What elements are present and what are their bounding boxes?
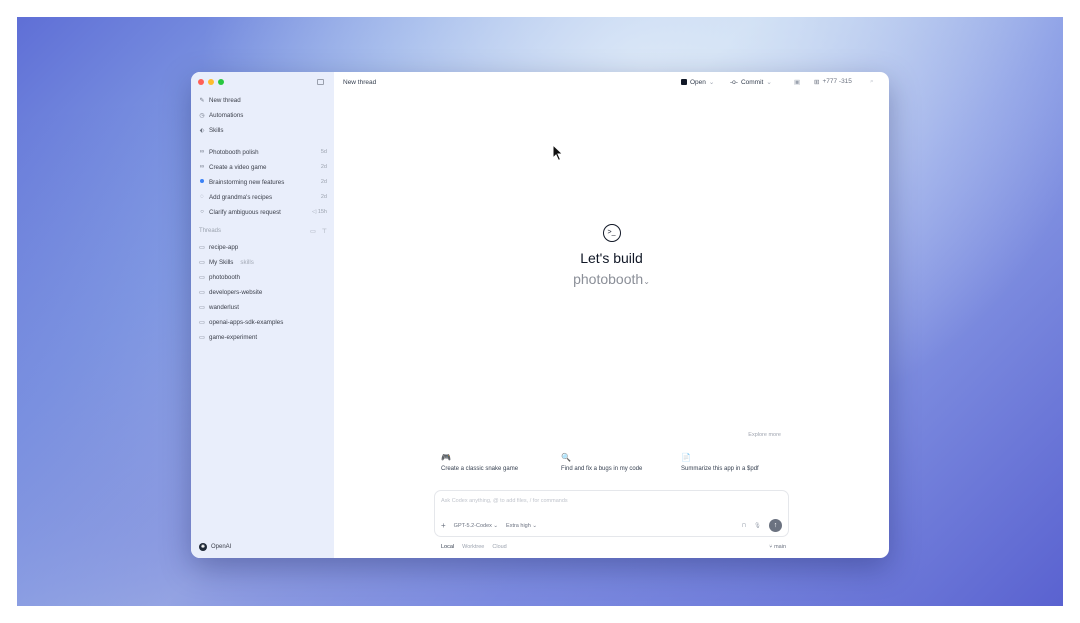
search-icon[interactable]: ⌕ [870,78,874,86]
openai-logo-icon: ✺ [199,543,207,551]
traffic-lights [198,79,224,85]
clock-icon: ◷ [199,112,205,119]
close-window-button[interactable] [198,79,204,85]
folder-icon: ▭ [199,304,205,311]
add-attachment-icon[interactable]: + [441,521,446,530]
branch-selector[interactable]: ⑂ main [769,544,786,550]
document-icon: 📄 [681,453,691,462]
sidebar: ✎ New thread ◷ Automations ⬖ Skills ∞ Ph… [191,72,334,558]
folder-icon: ▭ [199,259,205,266]
reply-icon: ◁ [312,209,317,215]
folder-icon: ▭ [199,274,205,281]
tab-local[interactable]: Local [441,544,454,550]
sidebar-item-automations[interactable]: ◷ Automations [199,110,327,120]
tab-cloud[interactable]: Cloud [492,544,506,550]
link-icon: ∞ [199,164,205,170]
diff-stats-button[interactable]: ⊞ +777 -315 [814,78,852,86]
account-footer[interactable]: ✺ OpenAI [199,543,231,551]
open-button[interactable]: Open ⌄ [681,78,714,86]
gamepad-icon: 🎮 [441,453,451,462]
edit-icon: ✎ [199,97,205,104]
recent-thread-item[interactable]: ∞ Create a video game 2d [199,162,327,172]
project-selector[interactable]: photobooth⌄ [334,271,889,287]
app-icon [681,79,687,85]
tag-icon: ⬖ [199,127,205,134]
microphone-icon[interactable]: 🎙 [754,523,761,529]
model-selector[interactable]: GPT-5.2-Codex ⌄ [454,523,498,529]
folder-icon: ▭ [199,244,205,251]
thread-folder-item[interactable]: ▭ recipe-app [199,242,327,252]
environment-bar: Local Worktree Cloud ⑂ main [441,544,786,550]
suggestion-card[interactable]: 🔍 Find and fix a bugs in my code [561,453,671,472]
recent-thread-item[interactable]: ∞ Photobooth polish 5d [199,147,327,157]
prompt-input[interactable]: Ask Codex anything, @ to add files, / fo… [441,498,568,504]
new-folder-icon[interactable]: ▭ [310,228,316,235]
commit-icon: -o- [730,78,738,86]
terminal-icon[interactable]: ▣ [794,78,800,86]
unread-dot-icon [200,179,204,183]
thread-folder-item[interactable]: ▭ photobooth [199,272,327,282]
folder-icon: ▭ [199,334,205,341]
thread-title: New thread [343,79,377,86]
composer[interactable]: Ask Codex anything, @ to add files, / fo… [434,490,789,537]
chevron-down-icon: ⌄ [532,522,537,529]
sidebar-item-new-thread[interactable]: ✎ New thread [199,95,327,105]
codex-logo-icon: >_ [602,224,621,242]
recent-thread-item[interactable]: ○ Clarify ambiguous request ◁ 15h [199,207,327,217]
sidebar-item-skills[interactable]: ⬖ Skills [199,125,327,135]
chevron-down-icon: ⌄ [493,522,499,529]
chevron-down-icon: ⌄ [643,277,650,286]
search-icon: 🔍 [561,453,571,462]
app-window: ✎ New thread ◷ Automations ⬖ Skills ∞ Ph… [191,72,889,558]
send-button[interactable]: ↑ [769,519,782,532]
suggestion-card[interactable]: 🎮 Create a classic snake game [441,453,551,472]
thread-folder-item[interactable]: ▭ game-experiment [199,332,327,342]
spinner-icon: ◌ [200,194,204,200]
main-panel: New thread Open ⌄ -o- Commit ⌄ ▣ ⊞ +777 … [334,72,889,558]
minimize-window-button[interactable] [208,79,214,85]
chevron-down-icon: ⌄ [708,79,715,86]
filter-icon[interactable]: ⊤ [322,228,327,235]
thread-folder-item[interactable]: ▭ wanderlust [199,302,327,312]
maximize-window-button[interactable] [218,79,224,85]
toggle-sidebar-icon[interactable] [317,79,324,85]
recent-thread-item[interactable]: ◌ Add grandma's recipes 2d [199,192,327,202]
suggestion-cards: 🎮 Create a classic snake game 🔍 Find and… [441,453,791,472]
threads-heading: Threads ▭ ⊤ [199,228,327,235]
chevron-down-icon: ⌄ [766,79,772,86]
folder-icon: ▭ [199,289,205,296]
commit-button[interactable]: -o- Commit ⌄ [730,78,772,87]
mouse-cursor-icon [552,144,564,162]
lock-icon[interactable]: ⊓ [742,523,746,529]
hero: >_ Let's build photobooth⌄ [334,224,889,287]
recent-thread-item[interactable]: Brainstorming new features 2d [199,177,327,187]
diff-icon: ⊞ [814,79,820,86]
suggestion-card[interactable]: 📄 Summarize this app in a $pdf [681,453,791,472]
branch-icon: ⑂ [769,544,773,550]
link-icon: ∞ [199,149,205,155]
explore-more-link[interactable]: Explore more [748,432,781,438]
hero-title: Let's build [580,250,643,266]
thread-folder-item[interactable]: ▭ openai-apps-sdk-examples [199,317,327,327]
folder-icon: ▭ [199,319,205,326]
thread-folder-item[interactable]: ▭ developers-website [199,287,327,297]
reasoning-selector[interactable]: Extra high ⌄ [506,523,537,529]
thread-folder-item[interactable]: ▭ My Skills skills [199,257,327,267]
circle-icon: ○ [200,209,204,215]
tab-worktree[interactable]: Worktree [462,544,484,550]
top-toolbar: New thread Open ⌄ -o- Commit ⌄ ▣ ⊞ +777 … [334,72,889,94]
